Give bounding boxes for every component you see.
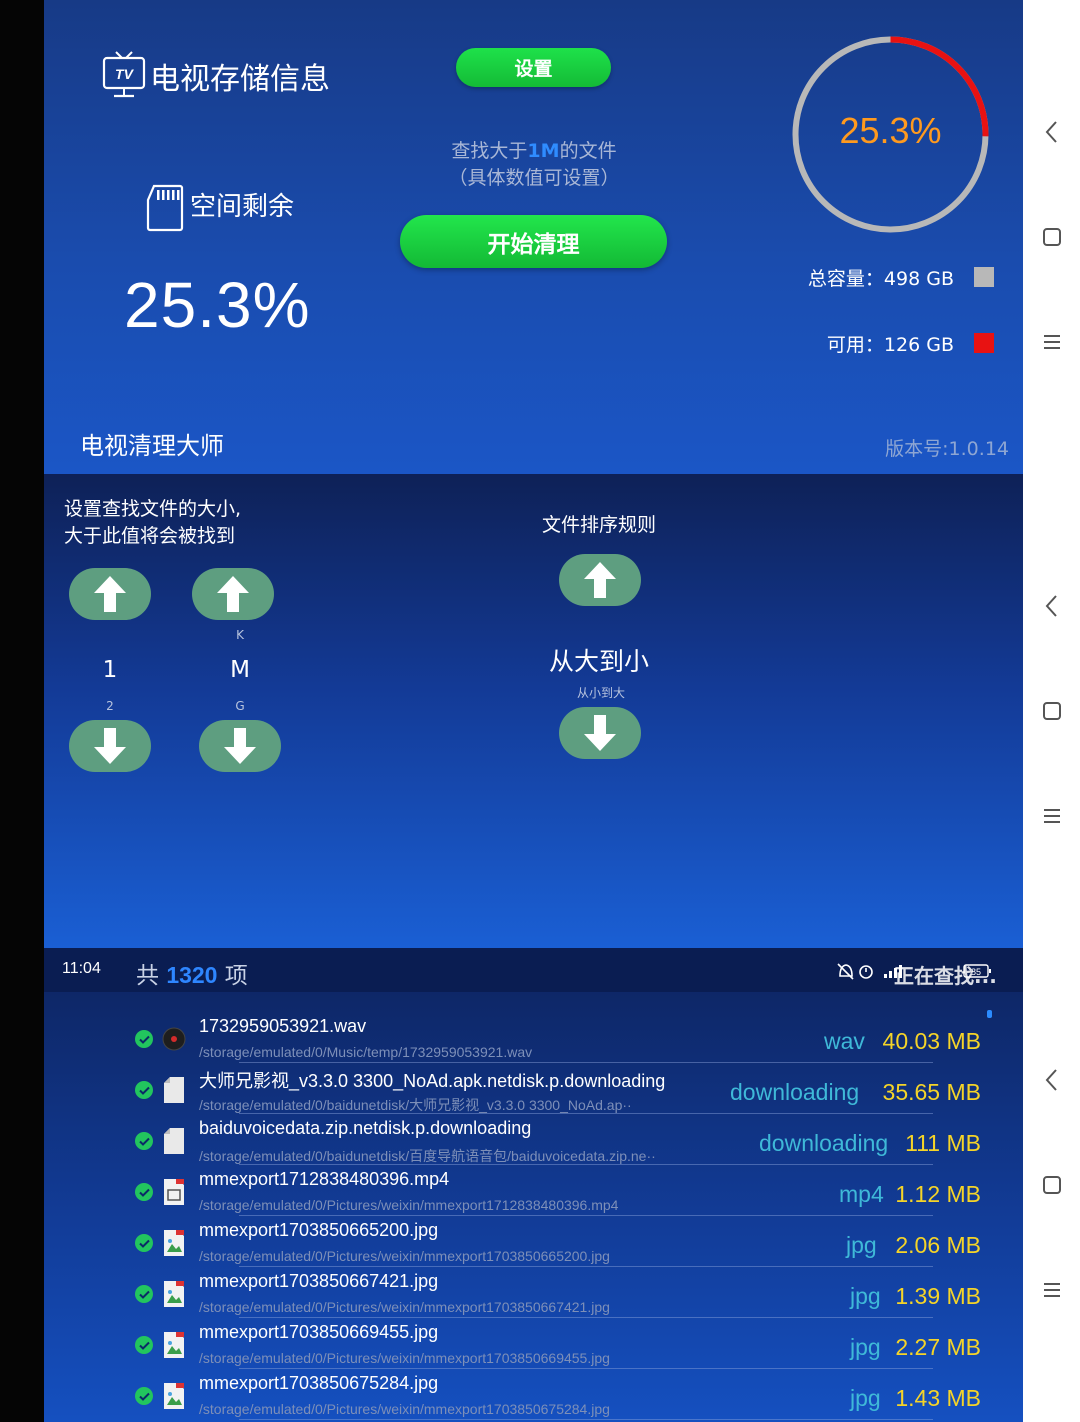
unit-down-button[interactable] — [199, 720, 281, 772]
file-row[interactable]: baiduvoicedata.zip.netdisk.p.downloading… — [44, 1102, 1023, 1165]
image-file-icon — [162, 1330, 186, 1360]
settings-button[interactable]: 设置 — [456, 48, 611, 87]
file-extension: jpg — [850, 1385, 881, 1411]
file-row[interactable]: mmexport1703850675284.jpg/storage/emulat… — [44, 1357, 1023, 1420]
find-threshold-text: 查找大于1M的文件 （具体数值可设置） — [404, 138, 664, 192]
sort-rule-next: 从小到大 — [576, 686, 625, 700]
size-settings-description: 设置查找文件的大小, 大于此值将会被找到 — [64, 498, 242, 547]
start-clean-button[interactable]: 开始清理 — [400, 215, 667, 268]
check-icon[interactable] — [135, 1132, 153, 1150]
number-down-button[interactable] — [69, 720, 151, 772]
version-label: 版本号:1.0.14 — [885, 438, 1009, 460]
video-file-icon — [162, 1177, 186, 1207]
file-name: 大师兄影视_v3.3.0 3300_NoAd.apk.netdisk.p.dow… — [199, 1071, 666, 1091]
file-name: mmexport1712838480396.mp4 — [199, 1169, 450, 1189]
menu-icon[interactable] — [1038, 328, 1066, 356]
sort-rule-title: 文件排序规则 — [541, 514, 656, 536]
available-swatch — [974, 333, 994, 353]
find-threshold-note: （具体数值可设置） — [448, 167, 620, 189]
audio-file-icon — [162, 1024, 186, 1054]
file-name: 1732959053921.wav — [199, 1016, 367, 1036]
back-icon[interactable] — [1038, 1066, 1066, 1094]
status-icons: 85 — [837, 963, 991, 980]
file-name: mmexport1703850667421.jpg — [199, 1271, 439, 1291]
total-capacity: 总容量：498 GB — [744, 262, 994, 292]
menu-icon[interactable] — [1038, 1276, 1066, 1304]
mute-bell-icon — [837, 963, 854, 980]
number-up-button[interactable] — [69, 568, 151, 620]
svg-text:85: 85 — [971, 967, 981, 977]
unit-next: G — [235, 699, 245, 713]
file-name: mmexport1703850669455.jpg — [199, 1322, 439, 1342]
storage-info-panel: TV 电视存储信息 空间剩余 25.3% 设置 查找大于1M的文件 （具体数值可… — [44, 0, 1023, 474]
number-value: 1 — [102, 657, 118, 683]
back-icon[interactable] — [1038, 592, 1066, 620]
result-count: 共 1320 项 — [136, 962, 248, 989]
tv-icon: TV — [102, 51, 146, 98]
arrow-down-icon — [94, 728, 126, 764]
check-icon[interactable] — [135, 1336, 153, 1354]
check-icon[interactable] — [135, 1081, 153, 1099]
svg-text:TV: TV — [115, 66, 135, 82]
result-count-number: 1320 — [166, 962, 218, 988]
file-name: mmexport1703850675284.jpg — [199, 1373, 439, 1393]
size-settings-panel: 设置查找文件的大小, 大于此值将会被找到 K 1 M 2 G 文件排序规则 从大… — [44, 474, 1023, 948]
arrow-up-icon — [217, 576, 249, 612]
available-capacity: 可用：126 GB — [744, 328, 994, 358]
results-panel: 11:04 共 1320 项 正在查找... 85 1732959053921.… — [44, 948, 1023, 1422]
file-row[interactable]: 1732959053921.wav/storage/emulated/0/Mus… — [44, 1000, 1023, 1063]
space-remaining-percent: 25.3% — [124, 269, 311, 341]
file-size: 1.43 MB — [895, 1385, 981, 1411]
check-icon[interactable] — [135, 1285, 153, 1303]
check-icon[interactable] — [135, 1030, 153, 1048]
home-icon[interactable] — [1038, 223, 1066, 251]
signal-icon — [884, 965, 902, 978]
home-icon[interactable] — [1038, 1171, 1066, 1199]
space-remaining-label: 空间剩余 — [190, 192, 295, 222]
file-row[interactable]: mmexport1703850665200.jpg/storage/emulat… — [44, 1204, 1023, 1267]
file-row[interactable]: mmexport1712838480396.mp4/storage/emulat… — [44, 1153, 1023, 1216]
file-row[interactable]: mmexport1703850669455.jpg/storage/emulat… — [44, 1306, 1023, 1369]
unit-value: M — [230, 657, 250, 683]
find-threshold-value: 1M — [527, 140, 560, 162]
file-row[interactable]: 大师兄影视_v3.3.0 3300_NoAd.apk.netdisk.p.dow… — [44, 1051, 1023, 1114]
alarm-icon — [859, 965, 873, 979]
home-icon[interactable] — [1038, 697, 1066, 725]
image-file-icon — [162, 1228, 186, 1258]
number-next: 2 — [106, 699, 114, 713]
file-name: baiduvoicedata.zip.netdisk.p.downloading — [199, 1118, 532, 1138]
check-icon[interactable] — [135, 1183, 153, 1201]
sd-card-icon — [146, 184, 184, 232]
sort-up-button[interactable] — [559, 554, 641, 606]
file-name: mmexport1703850665200.jpg — [199, 1220, 439, 1240]
brand-title: 电视清理大师 — [80, 432, 224, 460]
sort-down-button[interactable] — [559, 707, 641, 759]
image-file-icon — [162, 1279, 186, 1309]
sort-rule-value: 从大到小 — [548, 647, 649, 676]
arrow-down-icon — [584, 715, 616, 751]
arrow-up-icon — [94, 576, 126, 612]
battery-icon: 85 — [963, 964, 991, 978]
left-edge — [0, 0, 44, 1422]
app-title: 电视存储信息 — [150, 62, 330, 97]
total-swatch — [974, 267, 994, 287]
check-icon[interactable] — [135, 1387, 153, 1405]
menu-icon[interactable] — [1038, 802, 1066, 830]
generic-file-icon — [162, 1075, 186, 1105]
image-file-icon — [162, 1381, 186, 1411]
status-clock: 11:04 — [62, 960, 101, 977]
generic-file-icon — [162, 1126, 186, 1156]
arrow-down-icon — [224, 728, 256, 764]
arrow-up-icon — [584, 562, 616, 598]
file-path: /storage/emulated/0/Pictures/weixin/mmex… — [199, 1401, 610, 1417]
back-icon[interactable] — [1038, 118, 1066, 146]
gauge-percent: 25.3% — [839, 110, 942, 151]
file-row[interactable]: mmexport1703850667421.jpg/storage/emulat… — [44, 1255, 1023, 1318]
check-icon[interactable] — [135, 1234, 153, 1252]
unit-prev: K — [236, 628, 244, 642]
unit-up-button[interactable] — [192, 568, 274, 620]
row-divider — [239, 1419, 933, 1420]
